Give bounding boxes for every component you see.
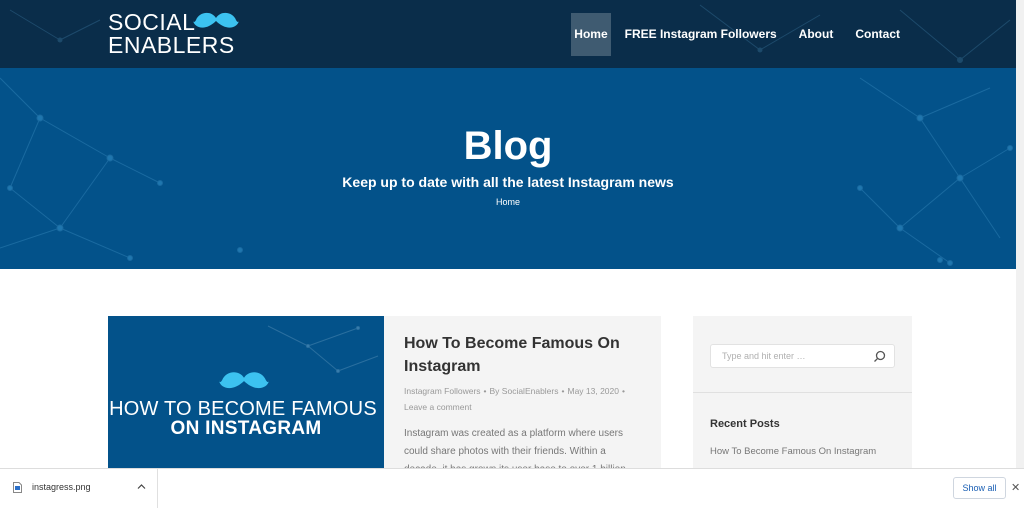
download-file-name: instagress.png (32, 482, 91, 492)
page-subtitle: Keep up to date with all the latest Inst… (342, 174, 674, 190)
download-bar: instagress.png Show all ✕ (0, 468, 1024, 508)
blog-post-card: HOW TO BECOME FAMOUS ON INSTAGRAM How To… (108, 316, 661, 468)
post-category[interactable]: Instagram Followers (404, 386, 481, 396)
main-nav: Home FREE Instagram Followers About Cont… (565, 13, 908, 56)
nav-free-instagram-followers[interactable]: FREE Instagram Followers (617, 13, 785, 56)
thumbnail-text-line2: ON INSTAGRAM (170, 418, 322, 439)
sidebar-divider (693, 392, 912, 393)
mustache-icon (219, 372, 269, 389)
logo-line2: ENABLERS (108, 32, 235, 58)
recent-post-link[interactable]: How To Become Famous On Instagram (710, 446, 876, 457)
nav-about[interactable]: About (791, 13, 842, 56)
search-box (710, 344, 895, 368)
post-excerpt: Instagram was created as a platform wher… (404, 428, 626, 468)
page-hero: Blog Keep up to date with all the latest… (0, 68, 1016, 269)
sidebar: Recent Posts How To Become Famous On Ins… (693, 316, 912, 468)
logo-line1: SOCIAL (108, 9, 196, 35)
post-author[interactable]: By SocialEnablers (490, 386, 559, 396)
page-title: Blog (463, 124, 553, 168)
breadcrumb[interactable]: Home (0, 197, 1016, 207)
nav-contact[interactable]: Contact (847, 13, 908, 56)
file-icon (13, 482, 22, 493)
recent-posts-heading: Recent Posts (710, 418, 780, 430)
close-icon[interactable]: ✕ (1011, 481, 1020, 494)
search-input[interactable] (711, 345, 866, 367)
post-comments-link[interactable]: Leave a comment (404, 402, 472, 412)
chevron-up-icon[interactable] (137, 483, 146, 490)
site-header: SOCIAL ENABLERS Home FREE Instagram Foll… (0, 0, 1016, 68)
post-title[interactable]: How To Become Famous On Instagram (404, 332, 640, 378)
post-thumbnail[interactable]: HOW TO BECOME FAMOUS ON INSTAGRAM (108, 316, 384, 468)
post-date[interactable]: May 13, 2020 (567, 386, 619, 396)
site-logo[interactable]: SOCIAL ENABLERS (108, 10, 248, 58)
page-scrollbar[interactable] (1016, 0, 1024, 468)
post-meta: Instagram Followers • By SocialEnablers • Ma… (404, 386, 625, 412)
show-all-button[interactable]: Show all (953, 477, 1006, 499)
thumbnail-network-pattern (267, 325, 379, 373)
mustache-icon (193, 13, 239, 28)
post-body: How To Become Famous On Instagram Instag… (404, 332, 640, 468)
download-item[interactable]: instagress.png (0, 469, 158, 508)
nav-home[interactable]: Home (571, 13, 611, 56)
search-icon[interactable] (873, 350, 886, 363)
